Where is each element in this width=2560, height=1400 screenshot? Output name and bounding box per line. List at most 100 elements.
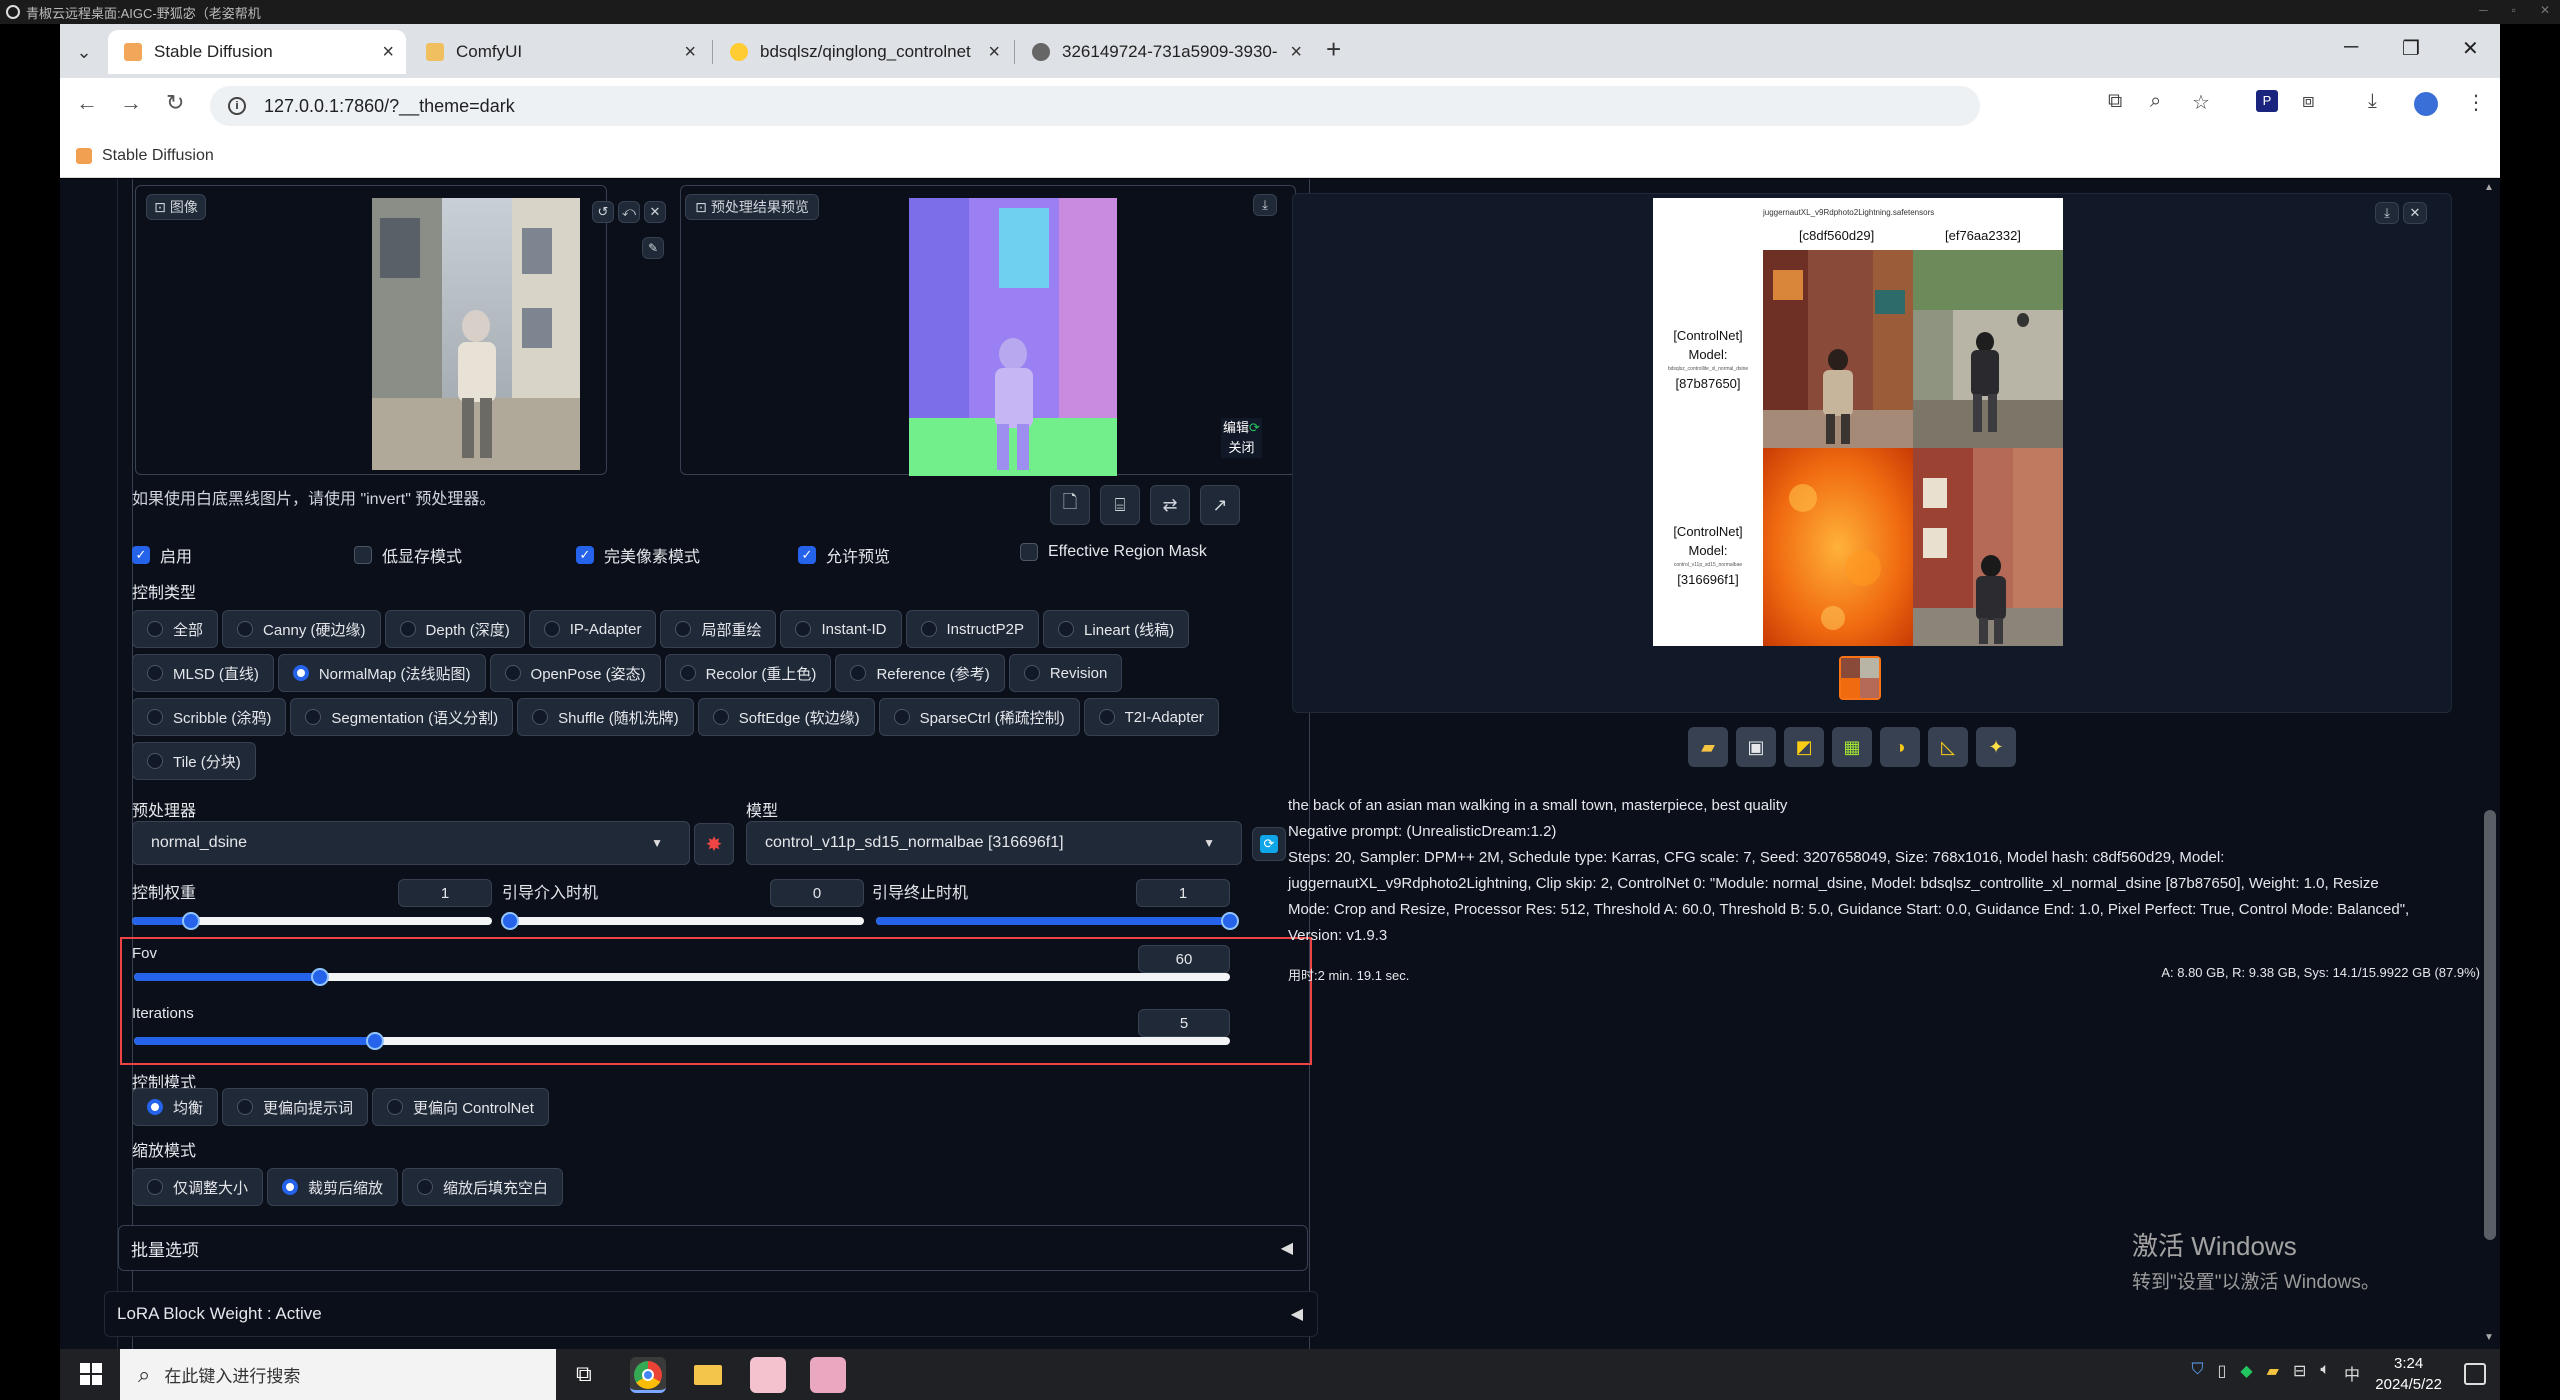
resize-crop[interactable]: 裁剪后缩放 [267, 1168, 399, 1206]
close-window-icon[interactable]: ✕ [2462, 36, 2479, 61]
windows-start-icon[interactable] [80, 1363, 102, 1385]
brush-icon[interactable]: ✎ [642, 237, 664, 259]
send-to-img2img-icon[interactable]: ▦ [1832, 727, 1872, 767]
address-bar[interactable]: i 127.0.0.1:7860/?__theme=dark [210, 86, 1980, 126]
control-type-option[interactable]: SparseCtrl (稀疏控制) [878, 698, 1080, 736]
control-type-option[interactable]: Shuffle (随机洗牌) [517, 698, 694, 736]
new-tab-plus-icon[interactable]: + [1326, 34, 1341, 65]
control-mode-balanced[interactable]: 均衡 [132, 1088, 219, 1126]
control-type-option-selected[interactable]: NormalMap (法线贴图) [277, 654, 486, 692]
control-type-option[interactable]: InstructP2P [905, 610, 1040, 648]
control-type-option[interactable]: 局部重绘 [660, 610, 777, 648]
run-preprocessor-button[interactable]: ✸ [694, 823, 734, 865]
taskbar-search-box[interactable]: ⌕ 在此键入进行搜索 [120, 1349, 556, 1400]
download-icon[interactable]: ⤓ [2368, 90, 2377, 113]
send-to-inpaint-icon[interactable]: ◑ [1880, 727, 1920, 767]
edit-button[interactable]: 编辑⟳ [1221, 418, 1262, 438]
control-type-option[interactable]: Depth (深度) [384, 610, 525, 648]
extensions-puzzle-icon[interactable]: ⧈ [2302, 90, 2315, 113]
control-type-option[interactable]: SoftEdge (软边缘) [697, 698, 875, 736]
tab-huggingface[interactable]: bdsqlsz/qinglong_controlnet × [714, 30, 1012, 74]
notification-center-icon[interactable] [2464, 1363, 2486, 1385]
bookmark-star-icon[interactable]: ☆ [2192, 90, 2210, 115]
control-type-option[interactable]: Recolor (重上色) [664, 654, 832, 692]
zip-icon[interactable]: ◩ [1784, 727, 1824, 767]
minimize-window-icon[interactable]: ─ [2344, 36, 2358, 59]
clear-icon[interactable]: ✕ [644, 201, 666, 223]
forward-arrow-icon[interactable]: → [120, 90, 142, 116]
app-avatar-icon-2[interactable] [810, 1357, 846, 1393]
extension-p-icon[interactable]: P [2256, 90, 2278, 112]
control-mode-controlnet[interactable]: 更偏向 ControlNet [372, 1088, 549, 1126]
iterations-input[interactable]: 5 [1138, 1009, 1230, 1037]
send-dimensions-icon[interactable]: ↗ [1200, 485, 1240, 525]
xyz-grid-image[interactable]: juggernautXL_v9Rdphoto2Lightning.safeten… [1653, 198, 2063, 646]
effective-region-mask-checkbox[interactable]: Effective Region Mask [1020, 543, 1207, 561]
gallery-thumbnail[interactable] [1839, 656, 1881, 700]
control-type-option[interactable]: Canny (硬边缘) [222, 610, 381, 648]
fov-slider[interactable] [134, 968, 1230, 986]
pixel-perfect-checkbox[interactable]: ✓ 完美像素模式 [576, 543, 700, 567]
close-tab-icon[interactable]: × [382, 41, 394, 64]
tab-comfyui[interactable]: ComfyUI × [410, 30, 708, 74]
ime-indicator[interactable]: 中 [2344, 1361, 2360, 1385]
usb-icon[interactable]: ▯ [2218, 1361, 2227, 1385]
resize-fill[interactable]: 缩放后填充空白 [402, 1168, 564, 1206]
resize-only[interactable]: 仅调整大小 [132, 1168, 264, 1206]
save-icon[interactable]: ▣ [1736, 727, 1776, 767]
tab-image[interactable]: 326149724-731a5909-3930- × [1016, 30, 1314, 74]
open-folder-icon[interactable]: ▰ [1688, 727, 1728, 767]
lora-block-weight-accordion[interactable]: LoRA Block Weight : Active ◀ [104, 1291, 1318, 1337]
iterations-slider[interactable] [134, 1032, 1230, 1050]
download-image-icon[interactable]: ⤓ [2375, 202, 2399, 224]
control-type-option[interactable]: MLSD (直线) [132, 654, 274, 692]
site-info-icon[interactable]: i [228, 97, 246, 115]
close-gallery-icon[interactable]: ✕ [2403, 202, 2427, 224]
guidance-end-slider[interactable] [876, 912, 1239, 930]
control-weight-slider[interactable] [132, 912, 492, 930]
send-to-extras-icon[interactable]: ◺ [1928, 727, 1968, 767]
undo-icon[interactable]: ↺ [592, 201, 614, 223]
new-canvas-icon[interactable]: 🗋 [1050, 485, 1090, 525]
guidance-start-input[interactable]: 0 [770, 879, 864, 907]
close-tab-icon[interactable]: × [1290, 41, 1302, 64]
guidance-start-slider[interactable] [501, 912, 864, 930]
control-type-option[interactable]: Reference (参考) [835, 654, 1005, 692]
control-type-option[interactable]: IP-Adapter [528, 610, 657, 648]
back-arrow-icon[interactable]: ← [76, 90, 98, 116]
control-type-option[interactable]: OpenPose (姿态) [489, 654, 661, 692]
fov-input[interactable]: 60 [1138, 945, 1230, 973]
image-upload-box[interactable]: ⊡ 图像 [135, 185, 607, 475]
zoom-icon[interactable]: ⌕ [2150, 90, 2161, 113]
sparkle-upscale-icon[interactable]: ✦ [1976, 727, 2016, 767]
preprocessor-select[interactable]: normal_dsine ▼ [132, 821, 690, 865]
control-type-option[interactable]: Revision [1008, 654, 1123, 692]
guidance-end-input[interactable]: 1 [1136, 879, 1230, 907]
scroll-up-arrow-icon[interactable]: ▲ [2484, 182, 2494, 193]
batch-options-accordion[interactable]: 批量选项 ◀ [118, 1225, 1308, 1271]
slider-thumb[interactable] [366, 1032, 385, 1050]
control-type-option[interactable]: T2I-Adapter [1083, 698, 1219, 736]
volume-icon[interactable]: 🔈︎ [2320, 1361, 2330, 1385]
file-explorer-icon[interactable] [690, 1357, 726, 1393]
control-mode-prompt[interactable]: 更偏向提示词 [222, 1088, 369, 1126]
reload-icon[interactable]: ↻ [166, 90, 184, 116]
app-avatar-icon[interactable] [750, 1357, 786, 1393]
page-scroll-thumb[interactable] [2484, 810, 2496, 1240]
profile-avatar-icon[interactable] [2414, 92, 2438, 116]
control-type-option[interactable]: Lineart (线稿) [1043, 610, 1190, 648]
restore-window-icon[interactable]: ❐ [2402, 36, 2420, 61]
control-weight-input[interactable]: 1 [398, 879, 492, 907]
bookmark-stable-diffusion[interactable]: Stable Diffusion [102, 147, 214, 165]
rotate-icon[interactable]: ⤺ [618, 201, 640, 223]
control-type-option[interactable]: 全部 [132, 610, 219, 648]
close-preview-button[interactable]: 关闭 [1221, 438, 1262, 458]
task-view-icon[interactable]: ⧉ [576, 1361, 592, 1387]
control-type-option[interactable]: Instant-ID [780, 610, 902, 648]
tab-stable-diffusion[interactable]: Stable Diffusion × [108, 30, 406, 74]
chrome-taskbar-icon[interactable] [630, 1357, 666, 1393]
translate-icon[interactable]: ⧉ [2108, 90, 2122, 113]
control-type-option[interactable]: Scribble (涂鸦) [132, 698, 287, 736]
slider-thumb[interactable] [1221, 912, 1239, 930]
control-type-option[interactable]: Segmentation (语义分割) [290, 698, 514, 736]
